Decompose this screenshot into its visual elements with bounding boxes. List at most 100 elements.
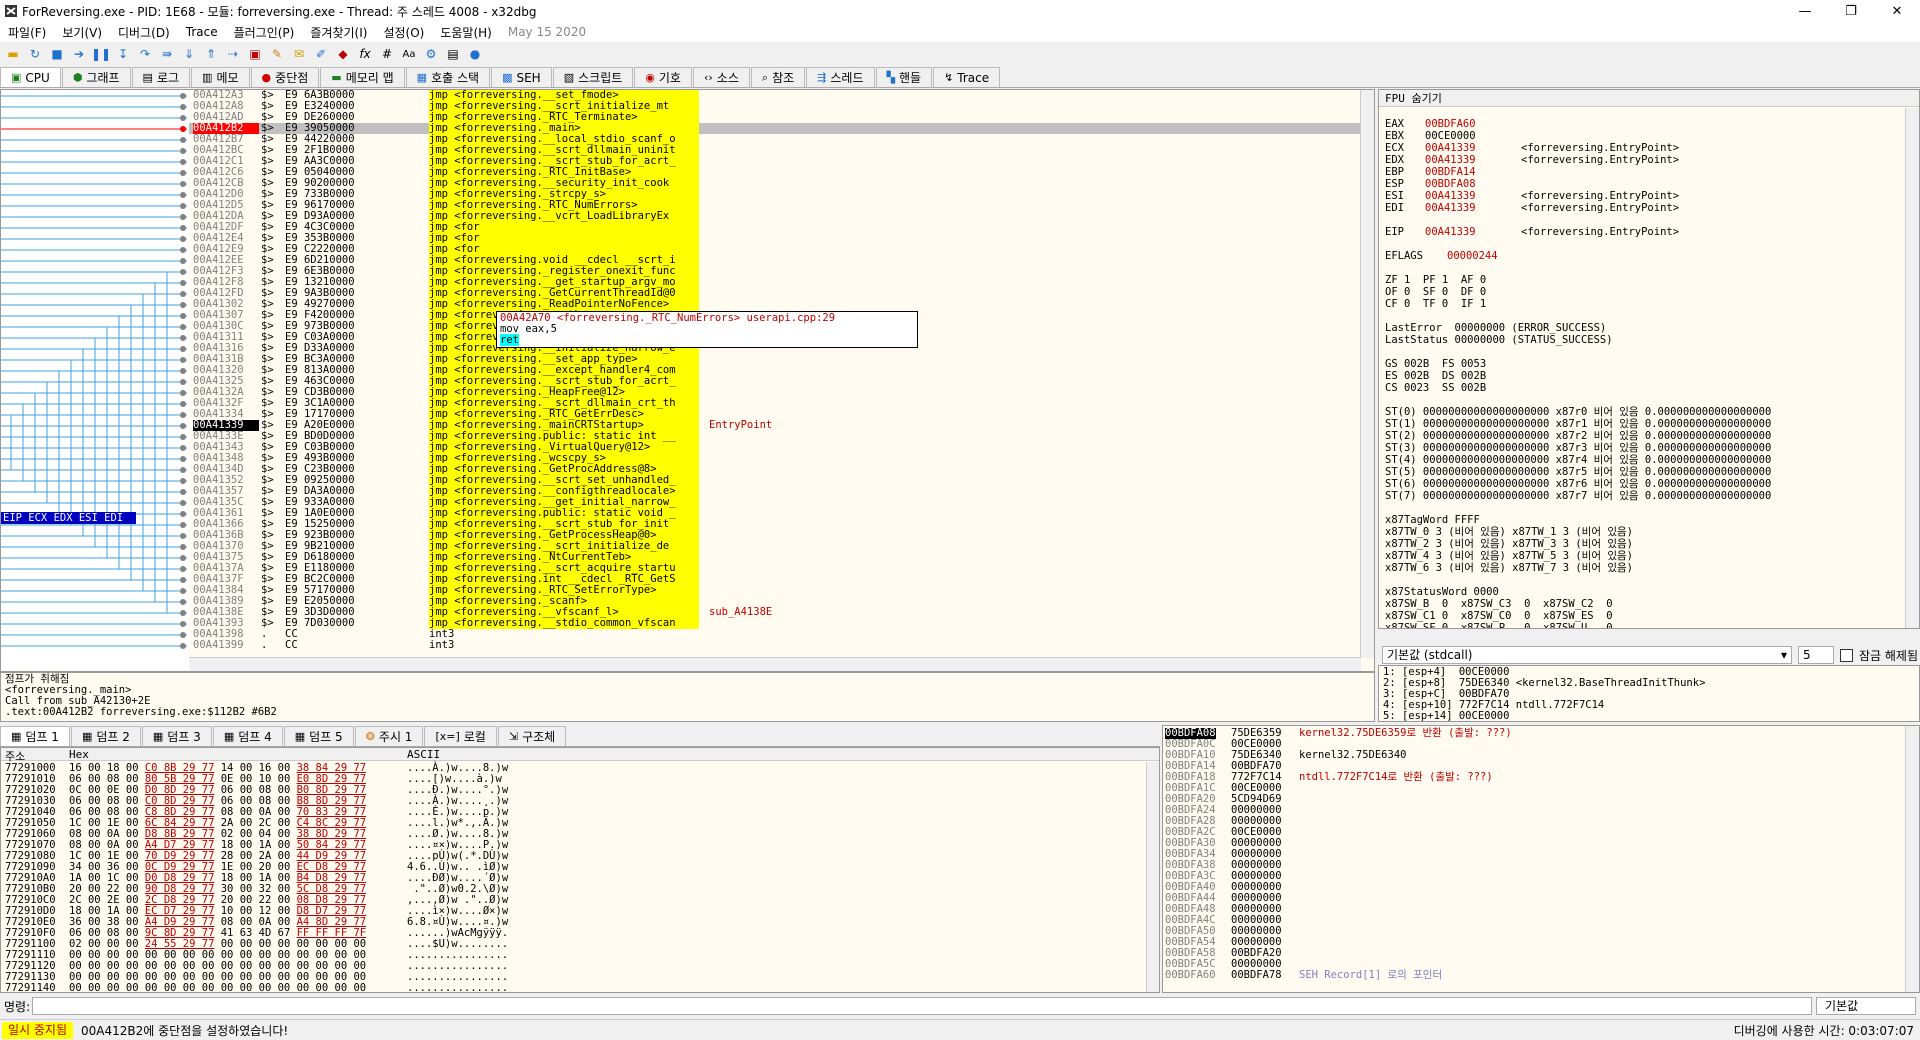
menu-plugins[interactable]: 플러그인(P) [226, 24, 303, 41]
breakpoint-dot[interactable] [180, 610, 186, 616]
column-hex[interactable]: Hex [69, 748, 89, 761]
tab-memory-map[interactable]: ▬ 메모리 맵 [320, 67, 405, 87]
tab-cpu[interactable]: ▣ CPU [0, 67, 61, 87]
breakpoint-dot[interactable] [180, 599, 186, 605]
tab-notes[interactable]: ▥ 메모 [191, 67, 250, 87]
breakpoint-dot[interactable] [180, 137, 186, 143]
tab-script[interactable]: ▧ 스크립트 [552, 67, 634, 87]
tab-dump-3[interactable]: ▦ 덤프 3 [141, 726, 212, 746]
tab-graph[interactable]: ⬢ 그래프 [61, 67, 131, 87]
stack-scrollbar[interactable] [1905, 726, 1919, 992]
disassembly-row[interactable]: 00A41320 $> E9 813A0000 jmp <forreversing._… [189, 365, 1361, 376]
disassembly-row[interactable]: 00A41389 $> E9 E2050000 jmp <forreversing._… [189, 596, 1361, 607]
close-button[interactable]: ✕ [1874, 0, 1920, 22]
tab-dump-5[interactable]: ▦ 덤프 5 [283, 726, 354, 746]
breakpoint-dot[interactable] [180, 478, 186, 484]
help-icon[interactable]: ● [466, 45, 484, 63]
disassembly-vertical-scrollbar[interactable] [1360, 90, 1374, 658]
disassembly-row[interactable]: 00A41357 $> E9 DA3A0000 jmp <forreversing._… [189, 486, 1361, 497]
maximize-button[interactable]: ❐ [1828, 0, 1874, 22]
disassembly-row[interactable]: 00A41334 $> E9 17170000 jmp <forreversing._… [189, 409, 1361, 420]
breakpoint-dot[interactable] [180, 115, 186, 121]
disassembly-row[interactable]: 00A41348 $> E9 493B0000 jmp <forreversing._… [189, 453, 1361, 464]
register-row[interactable]: ESI 00A41339 <forreversing.EntryPoint> [1385, 190, 1905, 202]
register-row[interactable]: EDI 00A41339 <forreversing.EntryPoint> [1385, 202, 1905, 214]
command-input[interactable] [32, 997, 1812, 1015]
breakpoint-dot[interactable] [180, 445, 186, 451]
disassembly-horizontal-scrollbar[interactable] [189, 657, 1361, 671]
register-row[interactable]: ECX 00A41339 <forreversing.EntryPoint> [1385, 142, 1905, 154]
patch-icon[interactable]: ✎ [268, 45, 286, 63]
disassembly-row[interactable]: 00A412A8 $> E9 E3240000 jmp <forreversing._… [189, 101, 1361, 112]
breakpoint-dot[interactable] [180, 346, 186, 352]
breakpoint-dot[interactable] [180, 412, 186, 418]
registers-view[interactable]: FPU 숨기기 EAX 00BDFA60 EBX 00CE0000 ECX 00A4133… [1378, 89, 1920, 629]
minimize-button[interactable]: — [1782, 0, 1828, 22]
open-icon[interactable]: ▬ [4, 45, 22, 63]
disassembly-row[interactable]: 00A412F8 $> E9 13210000 jmp <forreversing._… [189, 277, 1361, 288]
command-mode-select[interactable]: 기본값 [1816, 997, 1916, 1015]
disassembly-row[interactable]: 00A412FD $> E9 9A3B0000 jmp <forreversing._… [189, 288, 1361, 299]
menu-trace[interactable]: Trace [178, 25, 226, 39]
tab-dump-4[interactable]: ▦ 덤프 4 [212, 726, 283, 746]
breakpoint-dot[interactable] [180, 621, 186, 627]
breakpoint-dot[interactable] [180, 423, 186, 429]
disassembly-row[interactable]: 00A4137F $> E9 BC2C0000 jmp <forreversing.i… [189, 574, 1361, 585]
disassembly-row[interactable]: 00A412F3 $> E9 6E3B0000 jmp <forreversing._… [189, 266, 1361, 277]
breakpoint-dot[interactable] [180, 379, 186, 385]
label-icon[interactable]: ✐ [312, 45, 330, 63]
tab-dump-1[interactable]: ▦ 덤프 1 [0, 726, 70, 746]
breakpoint-dot[interactable] [180, 214, 186, 220]
breakpoint-dot[interactable] [180, 456, 186, 462]
restart-icon[interactable]: ↻ [26, 45, 44, 63]
dump-scrollbar[interactable] [1146, 762, 1159, 992]
settings-icon[interactable]: ⚙ [422, 45, 440, 63]
menu-debug[interactable]: 디버그(D) [110, 24, 178, 41]
column-ascii[interactable]: ASCII [407, 748, 440, 761]
tab-symbols[interactable]: ◉ 기호 [634, 67, 692, 87]
breakpoint-dot[interactable] [180, 225, 186, 231]
disassembly-row[interactable]: 00A412AD $> E9 DE260000 jmp <forreversing._… [189, 112, 1361, 123]
tab-dump-2[interactable]: ▦ 덤프 2 [70, 726, 141, 746]
breakpoint-dot[interactable] [180, 203, 186, 209]
breakpoint-dot[interactable] [180, 544, 186, 550]
disassembly-row[interactable]: 00A41375 $> E9 D6180000 jmp <forreversing._… [189, 552, 1361, 563]
arg-count-spinner[interactable]: 5 [1798, 646, 1834, 664]
breakpoint-dot[interactable] [180, 258, 186, 264]
disassembly-row[interactable]: 00A412CB $> E9 90200000 jmp <forreversing._… [189, 178, 1361, 189]
tab-trace[interactable]: ↯ Trace [933, 67, 1001, 87]
calculator-icon[interactable]: ▤ [444, 45, 462, 63]
register-row[interactable]: EBX 00CE0000 [1385, 130, 1905, 142]
registers-scrollbar[interactable] [1905, 108, 1919, 628]
disassembly-row[interactable]: 00A412D5 $> E9 96170000 jmp <forreversing._… [189, 200, 1361, 211]
lock-checkbox[interactable] [1840, 648, 1853, 662]
tab-log[interactable]: ▤ 로그 [131, 67, 191, 87]
disassembly-view[interactable]: EIP ECX EDX ESI EDI 00A412A3 $> E9 6A3B000… [0, 89, 1375, 672]
disassembly-row[interactable]: 00A41361 $> E9 1A0E0000 jmp <forreversing.p… [189, 508, 1361, 519]
disassembly-row[interactable]: 00A412DF $> E9 4C3C0000 jmp <for [189, 222, 1361, 233]
tab-seh[interactable]: ▩ SEH [491, 67, 552, 87]
breakpoint-dot[interactable] [180, 401, 186, 407]
disassembly-row[interactable]: 00A412DA $> E9 D93A0000 jmp <forreversing._… [189, 211, 1361, 222]
breakpoint-dot[interactable] [180, 181, 186, 187]
fpu-toggle-button[interactable]: FPU 숨기기 [1379, 90, 1919, 107]
trace-into-icon[interactable]: ⇛ [158, 45, 176, 63]
breakpoint-dot[interactable] [180, 500, 186, 506]
disassembly-row[interactable]: 00A412E4 $> E9 353B0000 jmp <for [189, 233, 1361, 244]
comment-icon[interactable]: ✉ [290, 45, 308, 63]
disassembly-row[interactable]: 00A4131B $> E9 BC3A0000 jmp <forreversing._… [189, 354, 1361, 365]
disassembly-row[interactable]: 00A41302 $> E9 49270000 jmp <forreversing._… [189, 299, 1361, 310]
breakpoint-dot[interactable] [180, 533, 186, 539]
breakpoint-dot[interactable] [180, 489, 186, 495]
breakpoint-dot[interactable] [180, 148, 186, 154]
breakpoint-dot[interactable] [180, 93, 186, 99]
menu-view[interactable]: 보기(V) [54, 24, 110, 41]
disassembly-row[interactable]: 00A412E9 $> E9 C2220000 jmp <for [189, 244, 1361, 255]
disassembly-row[interactable]: 00A4132F $> E9 3C1A0000 jmp <forreversing._… [189, 398, 1361, 409]
breakpoint-dot[interactable] [180, 269, 186, 275]
tab-struct[interactable]: ⇲ 구조체 [497, 726, 567, 746]
disassembly-row[interactable]: 00A412C6 $> E9 05040000 jmp <forreversing._… [189, 167, 1361, 178]
register-row[interactable]: EIP 00A41339 <forreversing.EntryPoint> [1385, 226, 1905, 238]
disassembly-row[interactable]: 00A4133E $> E9 BD0D0000 jmp <forreversing.p… [189, 431, 1361, 442]
disassembly-row[interactable]: 00A4138E $> E9 3D3D0000 jmp <forreversing._… [189, 607, 1361, 618]
